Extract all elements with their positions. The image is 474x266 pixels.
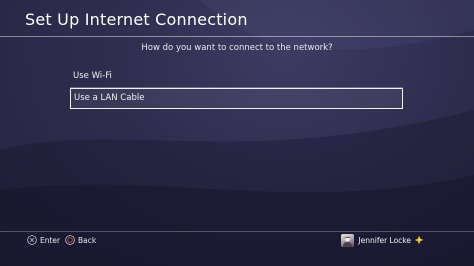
option-label: Use Wi-Fi xyxy=(73,71,112,81)
playstation-plus-icon xyxy=(414,235,424,245)
user-name: Jennifer Locke xyxy=(358,235,411,245)
connection-prompt: How do you want to connect to the networ… xyxy=(141,43,333,53)
option-use-wifi[interactable]: Use Wi-Fi xyxy=(70,67,403,88)
page-title: Set Up Internet Connection xyxy=(25,10,248,29)
avatar xyxy=(341,233,355,247)
cross-icon xyxy=(27,235,37,245)
option-label: Use a LAN Cable xyxy=(74,93,145,103)
back-hint[interactable]: Back xyxy=(65,234,96,246)
enter-label: Enter xyxy=(40,235,61,245)
circle-icon xyxy=(65,235,75,245)
enter-hint[interactable]: Enter xyxy=(27,234,60,246)
avatar-image xyxy=(343,235,353,247)
title-divider xyxy=(0,36,474,37)
option-use-lan-cable[interactable]: Use a LAN Cable xyxy=(70,88,403,109)
user-info: Jennifer Locke xyxy=(341,232,424,248)
back-label: Back xyxy=(78,235,97,245)
background-wave xyxy=(0,0,474,266)
